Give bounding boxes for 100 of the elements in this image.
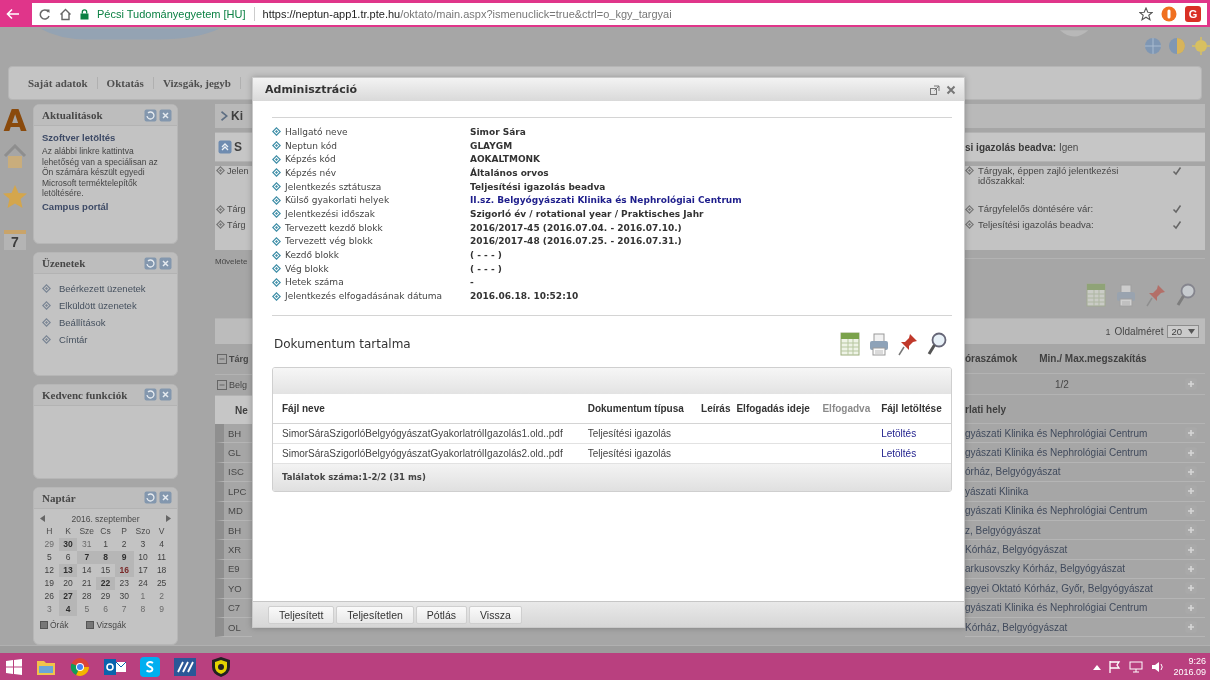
calendar-day[interactable]: 2 (152, 589, 171, 603)
checkbox[interactable] (40, 620, 48, 629)
column-header[interactable]: Elfogadás ideje (736, 393, 823, 424)
speaker-icon[interactable] (1151, 661, 1166, 673)
nav-item[interactable]: Oktatás (97, 77, 154, 89)
next-icon[interactable] (166, 515, 171, 523)
page-number[interactable]: 1 (1105, 326, 1111, 337)
calendar-day[interactable]: 8 (96, 550, 115, 564)
close-icon[interactable] (159, 491, 172, 505)
sun-icon[interactable] (1192, 37, 1210, 55)
house-icon[interactable] (3, 144, 27, 170)
field-link[interactable]: II.sz. Belgyógyászati Klinika és Nephrológiai Centrum (470, 195, 742, 206)
minus-icon[interactable] (217, 380, 227, 390)
column-header[interactable]: Fájl letöltése (881, 393, 951, 424)
star-icon[interactable] (1139, 7, 1153, 21)
url-text[interactable]: https://neptun-app1.tr.pte.hu/oktato/main.aspx?ismenuclick=true&ctrl=o_kgy_targyai (262, 8, 1131, 20)
dialog-button[interactable]: Teljesítetlen (336, 605, 414, 624)
dialog-button[interactable]: Pótlás (415, 605, 467, 624)
column-header[interactable]: Elfogadva (822, 393, 882, 424)
calendar-day[interactable]: 1 (133, 589, 153, 603)
calendar-day[interactable]: 19 (40, 576, 59, 590)
back-icon[interactable] (6, 7, 20, 21)
calendar-day[interactable]: 2 (114, 537, 134, 551)
half-circle-icon[interactable] (1168, 37, 1186, 55)
calendar-day[interactable]: 13 (58, 563, 78, 577)
refresh-icon[interactable] (144, 491, 157, 505)
calendar-day[interactable]: 18 (152, 563, 171, 577)
calendar-icon[interactable]: 7 (4, 230, 26, 250)
network-icon[interactable] (1129, 661, 1144, 673)
browser-icon[interactable] (70, 657, 90, 677)
message-link[interactable]: Beérkezett üzenetek (59, 283, 146, 295)
message-link[interactable]: Címtár (59, 334, 88, 346)
printer-icon[interactable] (868, 330, 890, 357)
scrollbar[interactable] (0, 645, 1210, 653)
calendar-day[interactable]: 3 (133, 537, 153, 551)
home-icon[interactable] (59, 7, 72, 21)
calendar-day[interactable]: 31 (77, 537, 97, 551)
calendar-day[interactable]: 9 (114, 550, 134, 564)
caret-up-icon[interactable] (1093, 664, 1102, 670)
calendar-day[interactable]: 30 (114, 589, 134, 603)
popout-icon[interactable] (930, 84, 940, 95)
search-icon[interactable] (926, 330, 948, 357)
message-link[interactable]: Elküldött üzenetek (59, 300, 137, 312)
calendar-day[interactable]: 20 (58, 576, 78, 590)
calendar-day[interactable]: 21 (77, 576, 97, 590)
globe-icon[interactable] (1144, 37, 1162, 55)
extension-icon[interactable] (1161, 6, 1177, 22)
reload-icon[interactable] (38, 7, 51, 21)
calendar-day[interactable]: 14 (77, 563, 97, 577)
calendar-day[interactable]: 3 (40, 602, 59, 616)
collapse-icon[interactable] (218, 140, 232, 154)
calendar-day[interactable]: 27 (58, 589, 78, 603)
column-header[interactable]: Leírás (701, 393, 737, 424)
close-icon[interactable] (946, 84, 956, 95)
close-icon[interactable] (159, 388, 172, 402)
download-link[interactable]: Letöltés (881, 447, 917, 459)
news-heading[interactable]: Szoftver letöltés (42, 132, 169, 143)
column-header[interactable]: Dokumentum típusa (587, 393, 702, 424)
calendar-day[interactable]: 30 (58, 537, 78, 551)
close-icon[interactable] (159, 256, 172, 270)
checkbox[interactable] (86, 620, 95, 629)
download-link[interactable]: Letöltés (881, 427, 917, 439)
close-icon[interactable] (159, 108, 172, 122)
calendar-day[interactable]: 5 (77, 602, 97, 616)
calendar-day[interactable]: 4 (152, 537, 171, 551)
clock-time[interactable]: 9:26 (1173, 656, 1206, 667)
calendar-day[interactable]: 26 (40, 589, 59, 603)
star-icon[interactable] (2, 184, 28, 210)
spreadsheet-icon[interactable] (1085, 282, 1107, 308)
calendar-day[interactable]: 29 (40, 537, 59, 551)
calendar-day[interactable]: 25 (152, 576, 171, 590)
printer-icon[interactable] (1115, 282, 1137, 308)
calendar-day[interactable]: 17 (133, 563, 153, 577)
refresh-icon[interactable] (144, 388, 157, 402)
calendar-day[interactable]: 22 (96, 576, 115, 590)
calendar-day[interactable]: 8 (133, 602, 153, 616)
column-header[interactable]: Fájl neve (273, 393, 588, 424)
folder-icon[interactable] (36, 658, 56, 676)
calendar-day[interactable]: 15 (96, 563, 115, 577)
plus-icon[interactable] (1185, 378, 1197, 390)
dialog-button[interactable]: Vissza (469, 605, 522, 624)
mail-app-icon[interactable] (104, 658, 126, 676)
calendar-day[interactable]: 28 (77, 589, 97, 603)
refresh-icon[interactable] (144, 108, 157, 122)
message-link[interactable]: Beállítások (59, 317, 106, 329)
calendar-day[interactable]: 11 (152, 550, 171, 564)
calendar-day[interactable]: 12 (40, 563, 59, 577)
chat-app-icon[interactable] (140, 657, 160, 677)
calendar-day[interactable]: 7 (77, 550, 97, 564)
portal-link[interactable]: Campus portál (42, 200, 109, 212)
calendar-day[interactable]: 9 (152, 602, 171, 616)
dialog-button[interactable]: Teljesített (268, 605, 335, 624)
page-size-select[interactable]: 20 (1167, 325, 1199, 338)
calendar-day[interactable]: 6 (96, 602, 115, 616)
refresh-icon[interactable] (144, 256, 157, 270)
calendar-day[interactable]: 23 (114, 576, 134, 590)
windows-logo-icon[interactable] (6, 659, 22, 675)
calendar-day[interactable]: 29 (96, 589, 115, 603)
minus-icon[interactable] (217, 354, 227, 364)
previous-icon[interactable] (40, 515, 45, 523)
